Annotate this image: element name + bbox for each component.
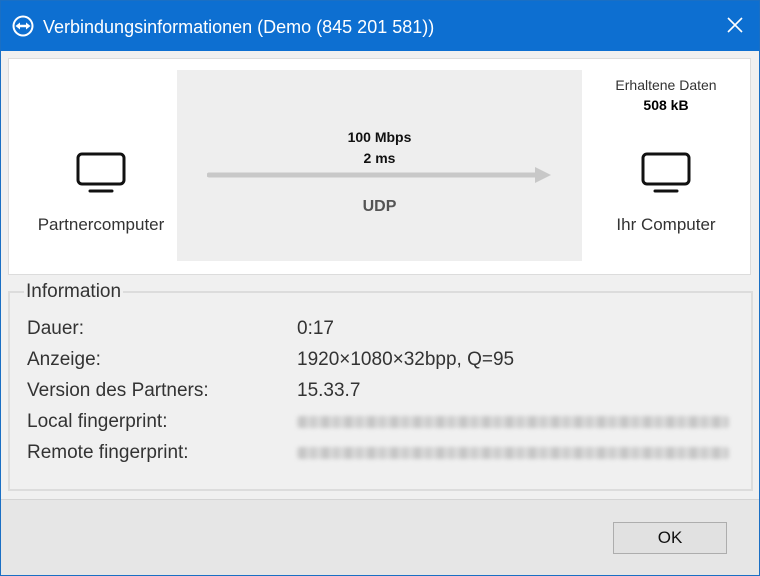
redacted-fingerprint — [297, 447, 729, 459]
monitor-icon — [641, 152, 691, 193]
close-icon — [727, 17, 743, 33]
teamviewer-logo-icon — [12, 15, 34, 37]
information-heading: Information — [24, 281, 124, 303]
own-computer-label: Ihr Computer — [616, 215, 716, 234]
info-row-key: Anzeige: — [27, 349, 101, 370]
info-row-value: 15.33.7 — [297, 380, 361, 401]
partner-computer: Partnercomputer — [21, 151, 181, 235]
dialog-footer: OK — [1, 499, 759, 575]
info-row-remote-fingerprint: Remote fingerprint: — [27, 441, 732, 465]
info-row-key: Version des Partners: — [27, 380, 209, 401]
info-row-display: Anzeige: 1920×1080×32bpp, Q=95 — [27, 348, 732, 372]
received-data-label: Erhaltene Daten — [615, 77, 717, 93]
own-computer: Ihr Computer — [591, 151, 741, 235]
info-row-value: 1920×1080×32bpp, Q=95 — [297, 349, 515, 370]
info-row-local-fingerprint: Local fingerprint: — [27, 410, 732, 434]
connection-info-dialog: Verbindungsinformationen (Demo (845 201 … — [0, 0, 760, 576]
received-data: Erhaltene Daten 508 kB — [591, 77, 741, 113]
info-row-value: 0:17 — [297, 318, 334, 339]
info-row-key: Remote fingerprint: — [27, 442, 189, 463]
arrow-right-icon — [207, 167, 551, 183]
connection-panel: Partnercomputer 100 Mbps 2 ms UDP Erhalt… — [8, 58, 751, 275]
received-data-value: 508 kB — [643, 97, 689, 113]
protocol-label: UDP — [362, 198, 397, 215]
monitor-icon — [76, 152, 126, 193]
info-row-partner-version: Version des Partners: 15.33.7 — [27, 379, 732, 403]
info-row-duration: Dauer: 0:17 — [27, 317, 732, 341]
connection-speed: 100 Mbps 2 ms — [177, 127, 582, 169]
close-button[interactable] — [721, 11, 749, 39]
info-row-key: Local fingerprint: — [27, 411, 168, 432]
connection-link: 100 Mbps 2 ms UDP — [177, 70, 582, 261]
redacted-fingerprint — [297, 416, 729, 428]
ok-button[interactable]: OK — [613, 522, 727, 554]
title-bar: Verbindungsinformationen (Demo (845 201 … — [1, 1, 759, 51]
partner-computer-label: Partnercomputer — [37, 215, 165, 234]
window-title: Verbindungsinformationen (Demo (845 201 … — [43, 17, 435, 37]
bandwidth-value: 100 Mbps — [347, 129, 412, 145]
information-group: Information Dauer: 0:17 Anzeige: 1920×10… — [8, 281, 753, 491]
info-row-key: Dauer: — [27, 318, 85, 339]
